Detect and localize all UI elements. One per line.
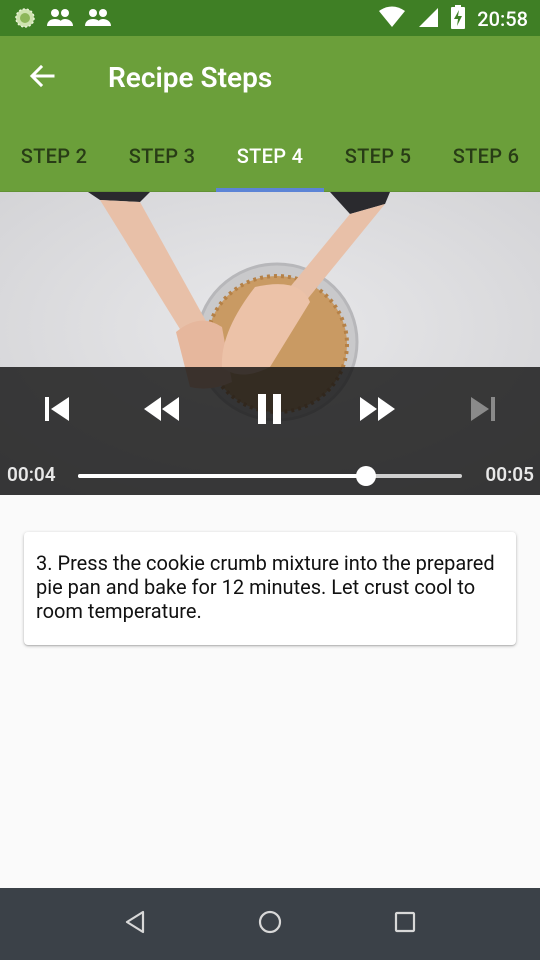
nav-recents-button[interactable]: [383, 902, 427, 946]
pause-button[interactable]: [242, 385, 298, 437]
group-icon: [46, 8, 74, 32]
video-player[interactable]: 00:04 00:05: [0, 192, 540, 495]
tab-step-3[interactable]: STEP 3: [108, 120, 216, 192]
tab-step-5[interactable]: STEP 5: [324, 120, 432, 192]
seek-bar-thumb[interactable]: [356, 466, 376, 486]
app-bar: Recipe Steps: [0, 36, 540, 120]
arrow-back-icon: [29, 63, 55, 93]
page-title: Recipe Steps: [108, 61, 273, 94]
pause-icon: [257, 394, 283, 428]
status-time: 20:58: [477, 7, 528, 31]
rewind-button[interactable]: [134, 385, 190, 437]
navigation-bar: [0, 888, 540, 960]
rewind-icon: [143, 396, 181, 426]
status-bar: 20:58: [0, 0, 540, 36]
nav-back-button[interactable]: [113, 902, 157, 946]
skip-next-button[interactable]: [455, 385, 511, 437]
player-controls: 00:04 00:05: [0, 367, 540, 495]
seek-bar-played: [78, 474, 366, 478]
duration-time: 00:05: [485, 463, 534, 486]
nav-back-icon: [123, 910, 147, 938]
skip-next-icon: [469, 396, 497, 426]
tab-step-4[interactable]: STEP 4: [216, 120, 324, 192]
group-icon: [84, 8, 112, 32]
fast-forward-button[interactable]: [349, 385, 405, 437]
skip-previous-button[interactable]: [29, 385, 85, 437]
current-time: 00:04: [7, 463, 56, 486]
seek-bar[interactable]: [78, 466, 462, 486]
step-description-card: 3. Press the cookie crumb mixture into t…: [24, 532, 516, 645]
wifi-icon: [379, 6, 406, 32]
fast-forward-icon: [358, 396, 396, 426]
step-tabs: STEP 2 STEP 3 STEP 4 STEP 5 STEP 6: [0, 120, 540, 192]
nav-home-button[interactable]: [248, 902, 292, 946]
app-notification-icon: [14, 7, 36, 33]
tab-step-6[interactable]: STEP 6: [432, 120, 540, 192]
skip-previous-icon: [43, 396, 71, 426]
nav-home-icon: [257, 909, 283, 939]
tab-step-2[interactable]: STEP 2: [0, 120, 108, 192]
signal-icon: [417, 6, 439, 32]
battery-charging-icon: [451, 5, 466, 33]
step-description: 3. Press the cookie crumb mixture into t…: [36, 551, 495, 623]
back-button[interactable]: [18, 54, 66, 102]
nav-recents-icon: [394, 911, 416, 937]
